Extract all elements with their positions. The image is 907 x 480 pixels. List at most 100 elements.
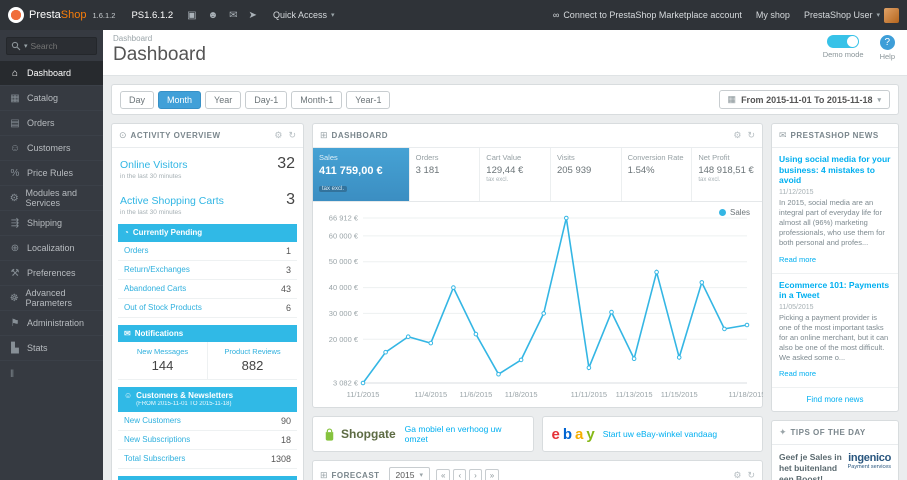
kpi-visits[interactable]: Visits 205 939 bbox=[551, 148, 622, 201]
sidebar-item-price-rules[interactable]: % Price Rules bbox=[0, 161, 103, 186]
sidebar-item-advanced-parameters[interactable]: ☸ Advanced Parameters bbox=[0, 286, 103, 311]
news-item-title[interactable]: Using social media for your business: 4 … bbox=[779, 154, 891, 186]
kpi-cart-value[interactable]: Cart Value 129,44 € tax excl. bbox=[480, 148, 551, 201]
range-year-1-button[interactable]: Year-1 bbox=[346, 90, 391, 109]
svg-text:20 000 €: 20 000 € bbox=[329, 335, 359, 344]
prestashop-logo-icon bbox=[8, 7, 24, 23]
refresh-icon[interactable]: ↻ bbox=[288, 130, 296, 141]
prev-page-icon[interactable]: ‹ bbox=[453, 468, 467, 480]
sidebar-item-shipping[interactable]: ⇶ Shipping bbox=[0, 211, 103, 236]
first-page-icon[interactable]: « bbox=[435, 468, 451, 480]
sidebar: ▾ ⌂Dashboard ▦Catalog ▤Orders ☺Customers… bbox=[0, 30, 103, 480]
kpi-orders[interactable]: Orders 3 181 bbox=[410, 148, 481, 201]
find-more-news-link[interactable]: Find more news bbox=[772, 388, 898, 411]
clock-icon: ◔ bbox=[124, 228, 129, 237]
ebay-link[interactable]: Start uw eBay-winkel vandaag bbox=[603, 429, 717, 439]
marketplace-link[interactable]: ∞ Connect to PrestaShop Marketplace acco… bbox=[553, 10, 742, 20]
sidebar-item-administration[interactable]: ⚑ Administration bbox=[0, 311, 103, 336]
notifications-icon: ✉ bbox=[124, 328, 131, 338]
year-select[interactable]: 2015 ▾ bbox=[388, 467, 430, 480]
sidebar-item-catalog[interactable]: ▦ Catalog bbox=[0, 86, 103, 111]
currently-pending-section: ◔ Currently Pending Orders 1 Return/Exch… bbox=[118, 224, 297, 318]
chevron-down-icon: ▾ bbox=[876, 12, 880, 19]
active-carts-link[interactable]: Active Shopping Carts bbox=[120, 195, 224, 207]
svg-text:11/4/2015: 11/4/2015 bbox=[414, 390, 447, 399]
range-year-button[interactable]: Year bbox=[205, 90, 242, 109]
sidebar-collapse-icon[interactable]: ‖ bbox=[0, 361, 103, 388]
cart-icon[interactable]: ▣ bbox=[187, 10, 196, 21]
refresh-icon[interactable]: ↻ bbox=[747, 470, 755, 480]
stats-icon: ▙ bbox=[11, 342, 19, 354]
main-area: Dashboard Dashboard Demo mode ? Help Day… bbox=[103, 30, 907, 480]
sidebar-item-customers[interactable]: ☺ Customers bbox=[0, 136, 103, 161]
customers-row-new-customers[interactable]: New Customers 90 bbox=[118, 412, 297, 431]
prestashop-news-panel: ✉ PRESTASHOP NEWS Using social media for… bbox=[771, 123, 899, 413]
sidebar-search[interactable]: ▾ bbox=[6, 37, 97, 55]
sidebar-item-dashboard[interactable]: ⌂ Dashboard bbox=[0, 61, 103, 86]
online-visitors-link[interactable]: Online Visitors bbox=[120, 159, 188, 171]
modules-store-icon[interactable]: ➤ bbox=[249, 10, 257, 21]
product-reviews-cell[interactable]: Product Reviews 882 bbox=[207, 342, 297, 380]
read-more-link[interactable]: Read more bbox=[779, 369, 816, 378]
sidebar-item-preferences[interactable]: ⚒ Preferences bbox=[0, 261, 103, 286]
chevron-down-icon: ▾ bbox=[330, 12, 335, 19]
traffic-section: ➤ Traffic(FROM 2015-11-01 TO 2015-11-18)… bbox=[118, 475, 297, 480]
administration-icon: ⚑ bbox=[10, 317, 20, 329]
orders-icon: ▤ bbox=[10, 117, 20, 129]
user-avatar bbox=[884, 7, 899, 23]
last-page-icon[interactable]: » bbox=[484, 468, 500, 480]
sidebar-item-orders[interactable]: ▤ Orders bbox=[0, 111, 103, 136]
shopgate-link[interactable]: Ga mobiel en verhoog uw omzet bbox=[405, 424, 524, 444]
dashboard-icon: ⌂ bbox=[11, 67, 19, 79]
my-shop-link[interactable]: My shop bbox=[756, 10, 790, 20]
news-item-excerpt: Picking a payment provider is one of the… bbox=[779, 312, 889, 363]
new-messages-cell[interactable]: New Messages 144 bbox=[118, 342, 207, 379]
date-range-picker[interactable]: ▦ From 2015-11-01 To 2015-11-18 ▾ bbox=[718, 90, 890, 109]
mail-icon[interactable]: ✉ bbox=[229, 10, 237, 21]
range-month-button[interactable]: Month bbox=[158, 90, 202, 109]
kpi-net-profit[interactable]: Net Profit 148 918,51 € tax excl. bbox=[692, 148, 762, 201]
search-scope-caret-icon[interactable]: ▾ bbox=[24, 42, 28, 50]
demo-mode-toggle[interactable] bbox=[827, 35, 860, 48]
quick-access-menu[interactable]: Quick Access ▾ bbox=[273, 10, 335, 20]
customers-row-new-subscriptions[interactable]: New Subscriptions 18 bbox=[118, 431, 297, 450]
kpi-sales[interactable]: Sales 411 759,00 € tax excl. bbox=[313, 148, 410, 201]
sidebar-item-modules[interactable]: ⚙ Modules and Services bbox=[0, 186, 103, 211]
sidebar-item-stats[interactable]: ▙ Stats bbox=[0, 336, 103, 361]
read-more-link[interactable]: Read more bbox=[779, 255, 816, 264]
ingenico-logo: ingenico Payment services bbox=[847, 452, 892, 471]
version-label: 1.6.1.2 bbox=[92, 10, 116, 20]
pending-row-abandoned-carts[interactable]: Abandoned Carts 43 bbox=[118, 280, 297, 299]
pending-row-returns[interactable]: Return/Exchanges 3 bbox=[118, 261, 297, 280]
svg-text:30 000 €: 30 000 € bbox=[329, 309, 359, 318]
user-menu[interactable]: PrestaShop User ▾ bbox=[804, 7, 899, 23]
kpi-conversion-rate[interactable]: Conversion Rate 1.54% bbox=[622, 148, 693, 201]
page-title: Dashboard bbox=[113, 44, 206, 65]
customers-row-total-subscribers[interactable]: Total Subscribers 1308 bbox=[118, 450, 297, 469]
range-day-1-button[interactable]: Day-1 bbox=[245, 90, 288, 109]
date-range-toolbar: Day Month Year Day-1 Month-1 Year-1 ▦ Fr… bbox=[111, 84, 899, 115]
gear-icon[interactable]: ⚙ bbox=[733, 130, 741, 141]
brand[interactable]: PrestaShop 1.6.1.2 bbox=[0, 7, 121, 23]
range-day-button[interactable]: Day bbox=[120, 90, 155, 109]
news-item-title[interactable]: Ecommerce 101: Payments in a Tweet bbox=[779, 280, 891, 301]
gear-icon[interactable]: ⚙ bbox=[733, 470, 741, 480]
sidebar-item-localization[interactable]: ⊕ Localization bbox=[0, 236, 103, 261]
active-carts-sub: in the last 30 minutes bbox=[120, 209, 182, 216]
gear-icon[interactable]: ⚙ bbox=[274, 130, 282, 141]
forecast-panel-icon: ⊞ bbox=[320, 469, 328, 480]
sales-chart: 3 082 € 20 000 € 30 000 € 40 000 € 50 000 € 6… bbox=[313, 202, 763, 407]
shop-name[interactable]: PS1.6.1.2 bbox=[131, 10, 173, 21]
kpi-row: Sales 411 759,00 € tax excl. Orders 3 18… bbox=[313, 148, 762, 202]
refresh-icon[interactable]: ↻ bbox=[747, 130, 755, 141]
help-icon[interactable]: ? bbox=[879, 35, 895, 50]
profile-icon[interactable]: ☻ bbox=[208, 10, 219, 21]
pending-row-out-of-stock[interactable]: Out of Stock Products 6 bbox=[118, 299, 297, 318]
activity-icon: ⊙ bbox=[119, 130, 127, 140]
search-input[interactable] bbox=[30, 41, 89, 51]
chart-legend[interactable]: Sales bbox=[718, 208, 750, 217]
pending-row-orders[interactable]: Orders 1 bbox=[118, 242, 297, 261]
range-month-1-button[interactable]: Month-1 bbox=[291, 90, 343, 109]
next-page-icon[interactable]: › bbox=[469, 468, 482, 480]
module-promos: Shopgate Ga mobiel en verhoog uw omzet e… bbox=[312, 416, 763, 453]
